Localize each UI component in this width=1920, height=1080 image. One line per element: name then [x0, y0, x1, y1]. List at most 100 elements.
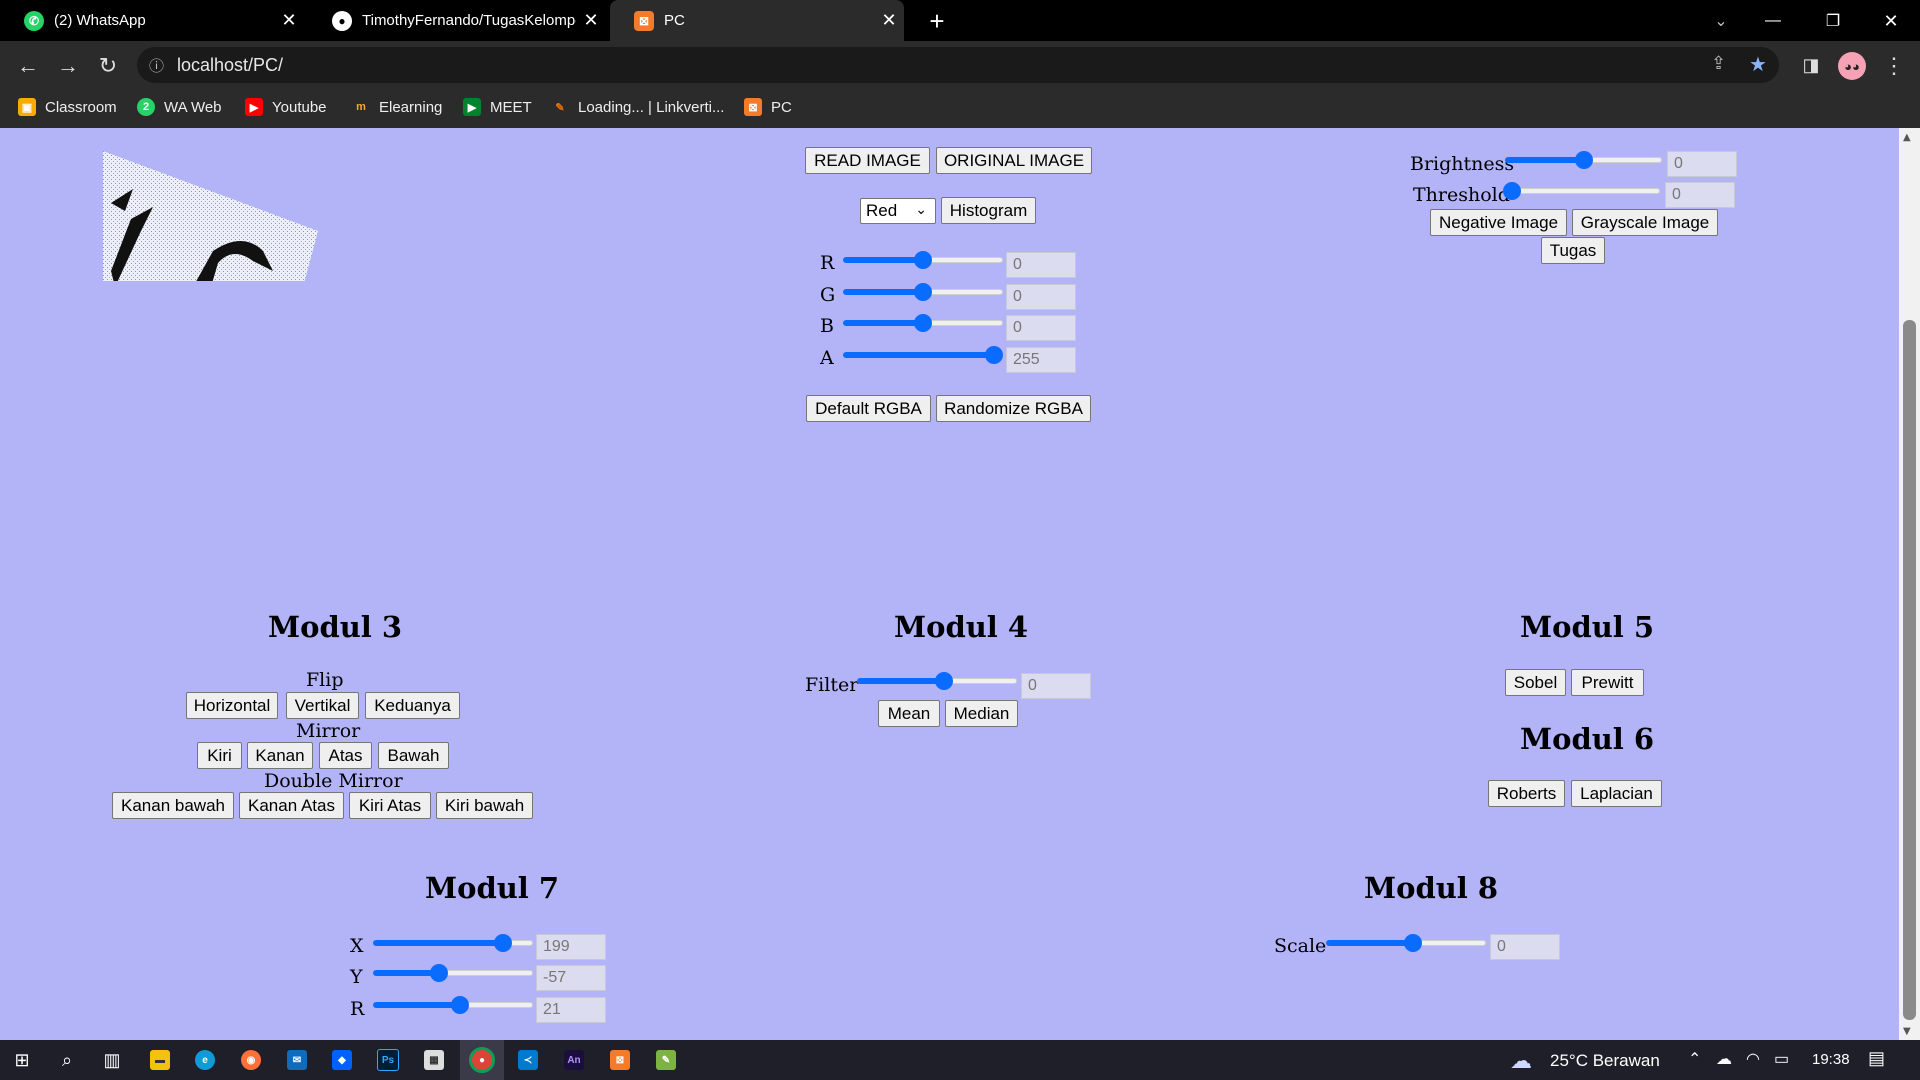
prewitt-button[interactable]: Prewitt	[1571, 669, 1644, 696]
back-icon[interactable]: ←	[8, 41, 48, 90]
clock-time[interactable]: 19:38	[1812, 1051, 1850, 1068]
bookmark-wa-web[interactable]: 2 WA Web	[137, 90, 222, 124]
randomize-rgba-button[interactable]: Randomize RGBA	[936, 395, 1091, 422]
a-slider[interactable]	[843, 345, 1003, 365]
scrollbar-thumb[interactable]	[1903, 320, 1916, 1020]
double-mirror-kanan-atas-button[interactable]: Kanan Atas	[239, 792, 344, 819]
mirror-atas-button[interactable]: Atas	[319, 742, 372, 769]
search-icon[interactable]: ⌕	[45, 1040, 89, 1080]
default-rgba-button[interactable]: Default RGBA	[806, 395, 931, 422]
b-slider[interactable]	[843, 313, 1003, 333]
double-mirror-kiri-atas-button[interactable]: Kiri Atas	[349, 792, 431, 819]
close-icon[interactable]: ✕	[874, 10, 904, 31]
xampp-icon[interactable]: ⊠	[598, 1040, 642, 1080]
read-image-button[interactable]: READ IMAGE	[805, 147, 930, 174]
menu-icon[interactable]: ⋮	[1874, 41, 1914, 90]
avatar[interactable]: ◕◕	[1838, 52, 1866, 80]
share-icon[interactable]: ⇪	[1711, 53, 1726, 74]
bookmark-meet[interactable]: ▶ MEET	[463, 90, 532, 124]
tab-github[interactable]: ● TimothyFernando/TugasKelompo ✕	[308, 0, 606, 41]
filter-value-field[interactable]: 0	[1021, 673, 1091, 699]
brightness-value-field[interactable]: 0	[1667, 151, 1737, 177]
r-rotation-value-field[interactable]: 21	[536, 997, 606, 1023]
side-panel-icon[interactable]: ◨	[1791, 41, 1831, 90]
bookmark-elearning[interactable]: m Elearning	[352, 90, 442, 124]
y-value-field[interactable]: -57	[536, 965, 606, 991]
weather-text[interactable]: 25°C Berawan	[1550, 1051, 1660, 1071]
scroll-up-icon[interactable]: ▲	[1903, 132, 1911, 143]
new-tab-icon[interactable]: +	[922, 6, 952, 36]
mirror-bawah-button[interactable]: Bawah	[378, 742, 449, 769]
tab-pc[interactable]: ⊠ PC ✕	[610, 0, 904, 41]
filter-slider[interactable]	[857, 671, 1017, 691]
animate-icon[interactable]: An	[552, 1040, 596, 1080]
tugas-button[interactable]: Tugas	[1541, 237, 1605, 264]
mail-icon[interactable]: ✉	[275, 1040, 319, 1080]
tab-search-icon[interactable]: ⌄	[1706, 6, 1736, 36]
notifications-icon[interactable]: ▤	[1868, 1048, 1885, 1069]
roberts-button[interactable]: Roberts	[1488, 780, 1565, 807]
firefox-icon[interactable]: ◉	[229, 1040, 273, 1080]
tab-whatsapp[interactable]: ✆ (2) WhatsApp ✕	[0, 0, 304, 41]
double-mirror-kiri-bawah-button[interactable]: Kiri bawah	[436, 792, 533, 819]
x-slider[interactable]	[373, 933, 533, 953]
scroll-down-icon[interactable]: ▼	[1903, 1026, 1911, 1037]
grayscale-image-button[interactable]: Grayscale Image	[1572, 209, 1718, 236]
double-mirror-kanan-bawah-button[interactable]: Kanan bawah	[112, 792, 234, 819]
g-value-field[interactable]: 0	[1006, 284, 1076, 310]
photoshop-icon[interactable]: Ps	[366, 1040, 410, 1080]
r-value-field[interactable]: 0	[1006, 252, 1076, 278]
flip-horizontal-button[interactable]: Horizontal	[186, 692, 278, 719]
bookmark-pc[interactable]: ⊠ PC	[744, 90, 792, 124]
laplacian-button[interactable]: Laplacian	[1571, 780, 1662, 807]
scale-slider[interactable]	[1326, 933, 1486, 953]
reload-icon[interactable]: ↻	[88, 41, 128, 90]
mirror-kiri-button[interactable]: Kiri	[197, 742, 242, 769]
original-image-button[interactable]: ORIGINAL IMAGE	[936, 147, 1092, 174]
flip-keduanya-button[interactable]: Keduanya	[365, 692, 460, 719]
calculator-icon[interactable]: ▦	[412, 1040, 456, 1080]
sobel-button[interactable]: Sobel	[1505, 669, 1566, 696]
weather-cloud-icon[interactable]: ☁	[1510, 1048, 1532, 1074]
threshold-slider[interactable]	[1503, 181, 1660, 201]
b-value-field[interactable]: 0	[1006, 315, 1076, 341]
bookmark-classroom[interactable]: ▣ Classroom	[18, 90, 117, 124]
notepad-icon[interactable]: ✎	[644, 1040, 688, 1080]
r-slider[interactable]	[843, 250, 1003, 270]
forward-icon[interactable]: →	[48, 41, 88, 90]
restore-icon[interactable]: ❐	[1818, 6, 1848, 36]
window-close-icon[interactable]: ✕	[1876, 6, 1906, 36]
wifi-icon[interactable]: ◠	[1746, 1049, 1760, 1069]
threshold-value-field[interactable]: 0	[1665, 182, 1735, 208]
minimize-icon[interactable]: —	[1758, 6, 1788, 36]
bookmark-youtube[interactable]: ▶ Youtube	[245, 90, 327, 124]
x-value-field[interactable]: 199	[536, 934, 606, 960]
task-view-icon[interactable]: ▥	[90, 1040, 134, 1080]
histogram-button[interactable]: Histogram	[941, 197, 1036, 224]
bookmark-star-icon[interactable]: ★	[1749, 52, 1767, 77]
chrome-icon[interactable]: ●	[460, 1040, 504, 1080]
flip-vertikal-button[interactable]: Vertikal	[286, 692, 359, 719]
channel-select[interactable]: Red ⌄	[860, 198, 936, 224]
vscode-icon[interactable]: ≺	[506, 1040, 550, 1080]
brightness-slider[interactable]	[1505, 150, 1662, 170]
file-explorer-icon[interactable]: ▬	[138, 1040, 182, 1080]
battery-icon[interactable]: ▭	[1774, 1049, 1789, 1069]
close-icon[interactable]: ✕	[274, 10, 304, 31]
chevron-up-icon[interactable]: ⌃	[1688, 1049, 1701, 1069]
y-slider[interactable]	[373, 963, 533, 983]
mean-button[interactable]: Mean	[878, 700, 940, 727]
negative-image-button[interactable]: Negative Image	[1430, 209, 1567, 236]
bookmark-linkverti[interactable]: ✎ Loading... | Linkverti...	[551, 90, 724, 124]
windows-start-icon[interactable]: ⊞	[0, 1040, 44, 1080]
edge-icon[interactable]: e	[183, 1040, 227, 1080]
scale-value-field[interactable]: 0	[1490, 934, 1560, 960]
mirror-kanan-button[interactable]: Kanan	[247, 742, 313, 769]
onedrive-icon[interactable]: ☁	[1716, 1049, 1732, 1069]
r-rotation-slider[interactable]	[373, 995, 533, 1015]
url-field[interactable]: ⓘ localhost/PC/ ⇪ ★	[137, 47, 1779, 83]
dropbox-icon[interactable]: ◆	[320, 1040, 364, 1080]
median-button[interactable]: Median	[945, 700, 1018, 727]
g-slider[interactable]	[843, 282, 1003, 302]
close-icon[interactable]: ✕	[576, 10, 606, 31]
